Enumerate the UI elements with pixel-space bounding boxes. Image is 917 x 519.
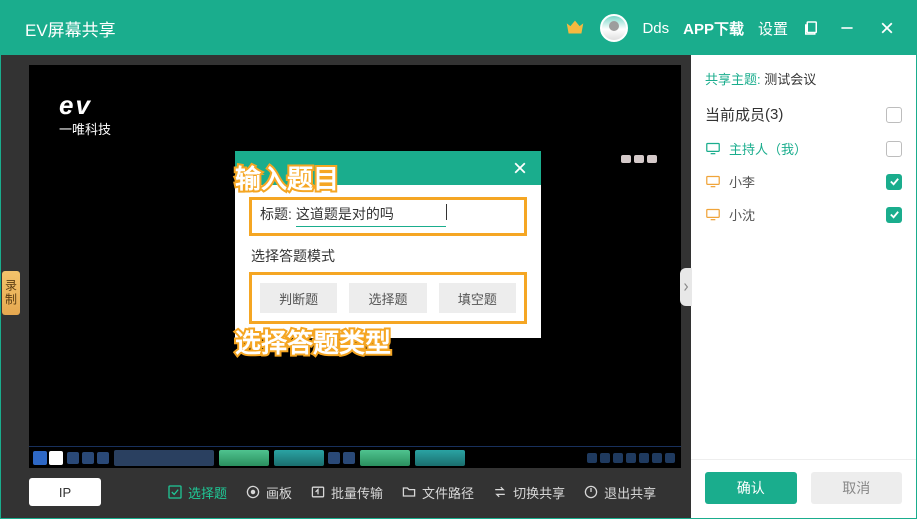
remote-taskbar bbox=[29, 446, 681, 468]
mode-label: 选择答题模式 bbox=[251, 246, 527, 266]
side-footer: 确认 取消 bbox=[691, 459, 916, 518]
option-judge[interactable]: 判断题 bbox=[260, 283, 337, 313]
member-checkbox[interactable] bbox=[886, 141, 902, 157]
titlebar: EV屏幕共享 Dds APP下载 设置 bbox=[1, 1, 916, 55]
tool-switch-share[interactable]: 切换共享 bbox=[492, 483, 565, 502]
user-name[interactable]: Dds bbox=[642, 12, 669, 44]
tool-label: 切换共享 bbox=[513, 483, 565, 502]
close-icon[interactable] bbox=[509, 157, 531, 179]
tool-label: 批量传输 bbox=[331, 483, 383, 502]
shared-screen: ev 一唯科技 bbox=[29, 65, 681, 468]
taskbar-icons bbox=[67, 452, 109, 464]
member-row[interactable]: 小李 bbox=[705, 172, 902, 191]
monitor-icon bbox=[705, 208, 721, 222]
monitor-icon bbox=[705, 142, 721, 156]
minimize-button[interactable] bbox=[836, 17, 858, 39]
taskbar-app bbox=[415, 450, 465, 466]
user-avatar[interactable] bbox=[600, 12, 628, 44]
tool-label: 画板 bbox=[266, 483, 292, 502]
select-all-checkbox[interactable] bbox=[886, 107, 902, 123]
carousel-dots bbox=[621, 155, 657, 163]
share-viewport: 录制 ev 一唯科技 bbox=[1, 55, 691, 518]
share-topic: 共享主题: 测试会议 bbox=[705, 69, 902, 88]
taskbar-tray bbox=[587, 453, 675, 463]
tool-label: 文件路径 bbox=[422, 483, 474, 502]
taskbar-icons bbox=[328, 452, 355, 464]
confirm-button[interactable]: 确认 bbox=[705, 472, 797, 504]
taskbar-app bbox=[360, 450, 410, 466]
avatar-icon bbox=[600, 14, 628, 42]
tool-file-path[interactable]: 文件路径 bbox=[401, 483, 474, 502]
collapse-handle[interactable] bbox=[680, 268, 692, 306]
record-tab-label: 录制 bbox=[3, 279, 20, 307]
close-button[interactable] bbox=[876, 17, 898, 39]
app-title: EV屏幕共享 bbox=[25, 16, 116, 41]
topic-key: 共享主题: bbox=[705, 72, 761, 87]
tool-whiteboard[interactable]: 画板 bbox=[245, 483, 292, 502]
member-row[interactable]: 小沈 bbox=[705, 205, 902, 224]
title-label: 标题: bbox=[260, 204, 292, 224]
member-checkbox[interactable] bbox=[886, 207, 902, 223]
brand-logo: ev 一唯科技 bbox=[59, 90, 111, 138]
bottom-toolbar: IP 选择题 画板 批量传输 文件路径 bbox=[1, 472, 691, 518]
ip-button[interactable]: IP bbox=[29, 478, 101, 506]
tool-exit-share[interactable]: 退出共享 bbox=[583, 483, 656, 502]
title-field-highlight: 标题: 这道题是对的吗 bbox=[249, 197, 527, 236]
cancel-button[interactable]: 取消 bbox=[811, 472, 903, 504]
app-window: EV屏幕共享 Dds APP下载 设置 录制 bbox=[0, 0, 917, 519]
start-icon bbox=[33, 451, 47, 465]
tool-batch-transfer[interactable]: 批量传输 bbox=[310, 483, 383, 502]
taskbar-search bbox=[114, 450, 214, 466]
win-icon bbox=[49, 451, 63, 465]
app-download-link[interactable]: APP下载 bbox=[683, 12, 744, 44]
taskbar-app bbox=[219, 450, 269, 466]
title-value: 这道题是对的吗 bbox=[296, 204, 446, 227]
member-name: 小李 bbox=[729, 172, 755, 191]
title-input[interactable]: 标题: 这道题是对的吗 bbox=[260, 204, 516, 227]
record-side-tab[interactable]: 录制 bbox=[2, 271, 20, 315]
members-count: (3) bbox=[765, 106, 783, 123]
callout-select-type: 选择答题类型 bbox=[235, 323, 391, 360]
brand-mark: ev bbox=[59, 90, 111, 121]
topic-value: 测试会议 bbox=[764, 72, 816, 87]
taskbar-app bbox=[274, 450, 324, 466]
tool-label: 选择题 bbox=[188, 483, 227, 502]
options-highlight: 判断题 选择题 填空题 bbox=[249, 272, 527, 324]
brand-subtext: 一唯科技 bbox=[59, 119, 111, 138]
settings-link[interactable]: 设置 bbox=[758, 12, 788, 44]
members-label: 当前成员 bbox=[705, 104, 765, 125]
member-checkbox[interactable] bbox=[886, 174, 902, 190]
option-choice[interactable]: 选择题 bbox=[349, 283, 426, 313]
member-name: 小沈 bbox=[729, 205, 755, 224]
monitor-icon bbox=[705, 175, 721, 189]
side-panel: 共享主题: 测试会议 当前成员 (3) 主持人（我） 小李小沈 确认 取消 bbox=[691, 55, 916, 518]
copy-icon[interactable] bbox=[802, 12, 820, 44]
member-row[interactable]: 主持人（我） bbox=[705, 139, 902, 158]
option-blank[interactable]: 填空题 bbox=[439, 283, 516, 313]
members-header: 当前成员 (3) bbox=[705, 104, 902, 125]
member-name: 主持人（我） bbox=[729, 139, 807, 158]
crown-icon[interactable] bbox=[564, 12, 586, 44]
tool-label: 退出共享 bbox=[604, 483, 656, 502]
tool-select-question[interactable]: 选择题 bbox=[167, 483, 227, 502]
callout-input-title: 输入题目 bbox=[235, 159, 339, 196]
